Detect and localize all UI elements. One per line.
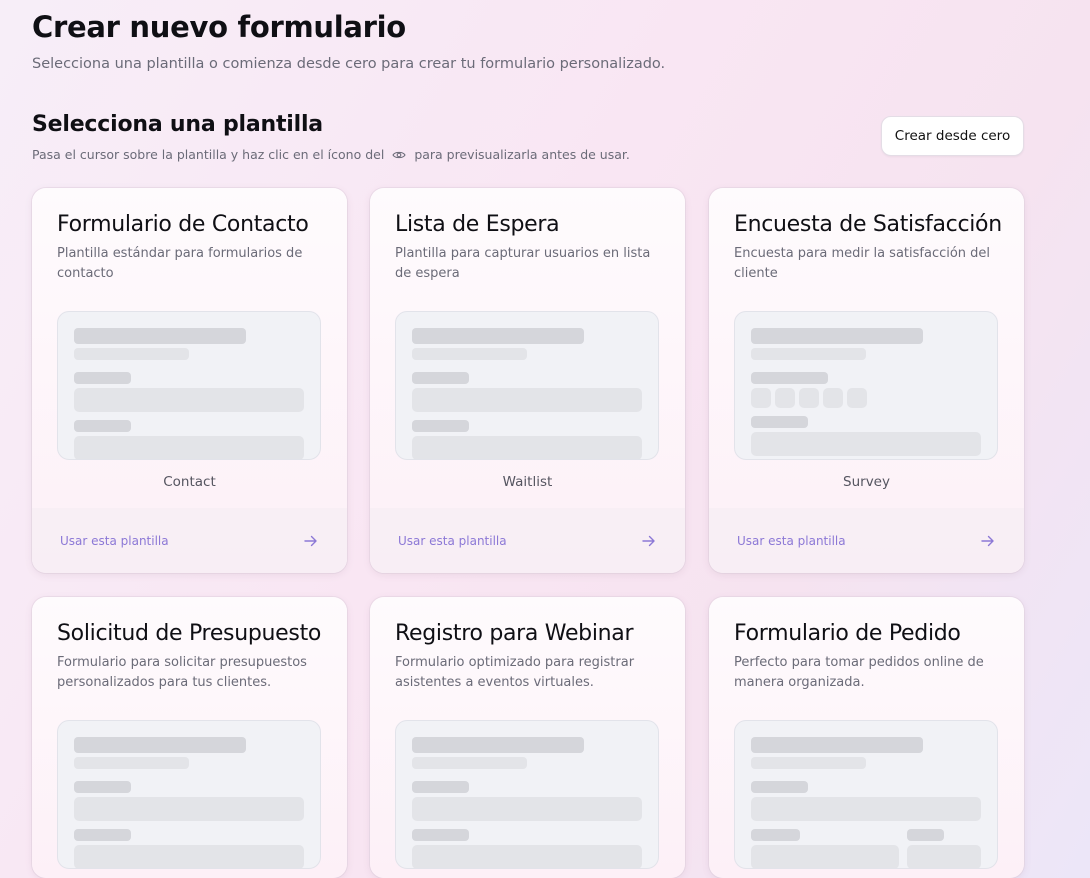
card-title: Registro para Webinar <box>395 621 634 646</box>
use-template-link[interactable]: Usar esta plantilla <box>737 534 846 548</box>
arrow-right-icon <box>303 533 319 549</box>
card-footer[interactable]: Usar esta plantilla <box>370 508 685 573</box>
template-preview <box>734 311 998 460</box>
use-template-link[interactable]: Usar esta plantilla <box>398 534 507 548</box>
card-description: Formulario para solicitar presupuestos p… <box>57 655 307 690</box>
card-description: Plantilla estándar para formularios de c… <box>57 246 303 281</box>
card-title: Lista de Espera <box>395 212 560 237</box>
template-card-waitlist[interactable]: Lista de Espera Plantilla para capturar … <box>370 188 685 573</box>
section-title: Selecciona una plantilla <box>32 112 323 137</box>
template-card-webinar[interactable]: Registro para Webinar Formulario optimiz… <box>370 597 685 878</box>
card-description: Perfecto para tomar pedidos online de ma… <box>734 655 984 690</box>
card-title: Formulario de Contacto <box>57 212 309 237</box>
preview-label: Survey <box>843 474 890 490</box>
use-template-link[interactable]: Usar esta plantilla <box>60 534 169 548</box>
template-preview <box>395 720 659 869</box>
create-from-scratch-button[interactable]: Crear desde cero <box>881 116 1024 156</box>
preview-label: Waitlist <box>502 474 553 490</box>
page-subtitle: Selecciona una plantilla o comienza desd… <box>32 56 666 72</box>
card-title: Formulario de Pedido <box>734 621 961 646</box>
card-description: Encuesta para medir la satisfacción del … <box>734 246 991 281</box>
template-card-contact[interactable]: Formulario de Contacto Plantilla estánda… <box>32 188 347 573</box>
eye-icon <box>390 148 408 162</box>
hint-text-before: Pasa el cursor sobre la plantilla y haz … <box>32 147 385 162</box>
card-footer[interactable]: Usar esta plantilla <box>32 508 347 573</box>
template-preview <box>57 720 321 869</box>
arrow-right-icon <box>980 533 996 549</box>
preview-label: Contact <box>163 474 216 490</box>
page-title: Crear nuevo formulario <box>32 10 406 44</box>
template-card-survey[interactable]: Encuesta de Satisfacción Encuesta para m… <box>709 188 1024 573</box>
template-preview <box>734 720 998 869</box>
template-card-quote-request[interactable]: Solicitud de Presupuesto Formulario para… <box>32 597 347 878</box>
arrow-right-icon <box>641 533 657 549</box>
section-hint: Pasa el cursor sobre la plantilla y haz … <box>32 147 630 162</box>
card-description: Plantilla para capturar usuarios en list… <box>395 246 651 281</box>
template-preview <box>395 311 659 460</box>
template-card-order[interactable]: Formulario de Pedido Perfecto para tomar… <box>709 597 1024 878</box>
template-preview <box>57 311 321 460</box>
card-title: Encuesta de Satisfacción <box>734 212 1002 237</box>
hint-text-after: para previsualizarla antes de usar. <box>414 147 630 162</box>
card-description: Formulario optimizado para registrar asi… <box>395 655 635 690</box>
card-footer[interactable]: Usar esta plantilla <box>709 508 1024 573</box>
card-title: Solicitud de Presupuesto <box>57 621 322 646</box>
